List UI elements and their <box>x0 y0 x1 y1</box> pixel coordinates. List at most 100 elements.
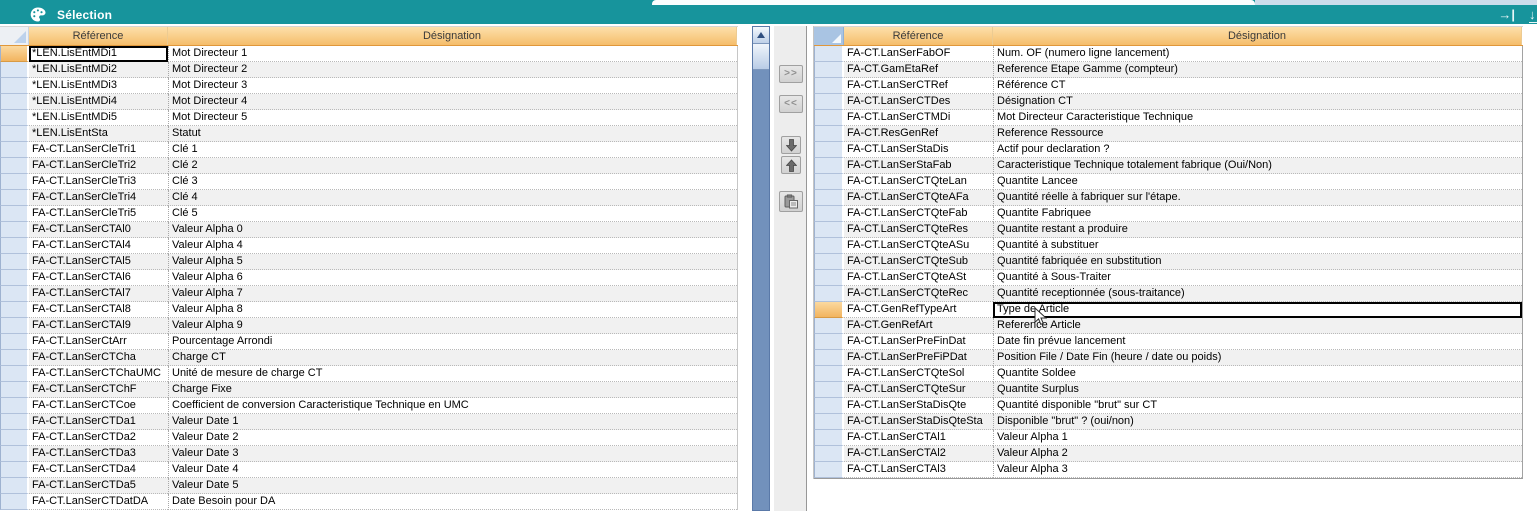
row-selector[interactable] <box>0 126 29 142</box>
designation-cell[interactable]: Type de Article <box>993 302 1522 318</box>
row-selector[interactable] <box>0 494 29 510</box>
row-selector[interactable] <box>0 62 29 78</box>
row-selector[interactable] <box>0 302 29 318</box>
designation-cell[interactable]: Clé 4 <box>168 190 737 206</box>
designation-cell[interactable]: Num. OF (numero ligne lancement) <box>993 46 1522 62</box>
designation-cell[interactable]: Quantite restant a produire <box>993 222 1522 238</box>
row-selector[interactable] <box>0 462 29 478</box>
reference-cell[interactable]: *LEN.LisEntMDi2 <box>29 62 168 78</box>
column-header-reference[interactable]: Référence <box>844 27 993 45</box>
row-selector[interactable] <box>814 398 844 414</box>
row-selector[interactable] <box>814 446 844 462</box>
row-selector[interactable] <box>0 318 29 334</box>
row-selector[interactable] <box>0 478 29 494</box>
reference-cell[interactable]: FA-CT.LanSerCTAl8 <box>29 302 168 318</box>
designation-cell[interactable]: Quantité à Sous-Traiter <box>993 270 1522 286</box>
reference-cell[interactable]: FA-CT.LanSerCTDatDA <box>29 494 168 510</box>
reference-cell[interactable]: FA-CT.LanSerCTChaUMC <box>29 366 168 382</box>
column-header-designation[interactable]: Désignation <box>993 27 1522 45</box>
row-selector[interactable] <box>0 110 29 126</box>
designation-cell[interactable]: Valeur Date 2 <box>168 430 737 446</box>
reference-cell[interactable]: FA-CT.LanSerCTDa2 <box>29 430 168 446</box>
move-right-button[interactable]: >> <box>779 65 803 83</box>
designation-cell[interactable]: Quantité fabriquée en substitution <box>993 254 1522 270</box>
reference-cell[interactable]: *LEN.LisEntMDi3 <box>29 78 168 94</box>
reference-cell[interactable]: FA-CT.LanSerCTAl3 <box>844 462 993 478</box>
clipped-download-icon[interactable]: ↓ <box>1529 7 1537 23</box>
designation-cell[interactable]: Mot Directeur 5 <box>168 110 737 126</box>
row-selector[interactable] <box>814 78 844 94</box>
column-header-designation[interactable]: Désignation <box>168 27 737 45</box>
reference-cell[interactable]: FA-CT.LanSerCTAl2 <box>844 446 993 462</box>
designation-cell[interactable]: Valeur Alpha 9 <box>168 318 737 334</box>
go-to-end-icon[interactable]: →| <box>1498 7 1515 22</box>
row-selector[interactable] <box>0 398 29 414</box>
select-all-corner[interactable] <box>0 27 29 45</box>
designation-cell[interactable]: Date fin prévue lancement <box>993 334 1522 350</box>
reference-cell[interactable]: FA-CT.LanSerCTDa4 <box>29 462 168 478</box>
row-selector[interactable] <box>0 366 29 382</box>
reference-cell[interactable]: FA-CT.LanSerCtArr <box>29 334 168 350</box>
row-selector[interactable] <box>814 46 844 62</box>
designation-cell[interactable]: Mot Directeur 2 <box>168 62 737 78</box>
designation-cell[interactable]: Valeur Date 1 <box>168 414 737 430</box>
designation-cell[interactable]: Désignation CT <box>993 94 1522 110</box>
row-selector[interactable] <box>814 110 844 126</box>
reference-cell[interactable]: FA-CT.LanSerCTQteFab <box>844 206 993 222</box>
designation-cell[interactable]: Mot Directeur 1 <box>168 46 737 62</box>
row-selector[interactable] <box>0 46 29 62</box>
designation-cell[interactable]: Quantité à substituer <box>993 238 1522 254</box>
row-selector[interactable] <box>0 254 29 270</box>
row-selector[interactable] <box>814 350 844 366</box>
designation-cell[interactable]: Clé 3 <box>168 174 737 190</box>
designation-cell[interactable]: Valeur Alpha 8 <box>168 302 737 318</box>
row-selector[interactable] <box>814 62 844 78</box>
row-selector[interactable] <box>0 334 29 350</box>
row-selector[interactable] <box>814 414 844 430</box>
designation-cell[interactable]: Position File / Date Fin (heure / date o… <box>993 350 1522 366</box>
designation-cell[interactable]: Quantite Fabriquee <box>993 206 1522 222</box>
designation-cell[interactable]: Valeur Alpha 6 <box>168 270 737 286</box>
row-selector[interactable] <box>0 174 29 190</box>
source-table-scrollbar[interactable] <box>752 26 770 511</box>
reference-cell[interactable]: FA-CT.LanSerStaDisQte <box>844 398 993 414</box>
reference-cell[interactable]: FA-CT.LanSerStaDis <box>844 142 993 158</box>
row-selector[interactable] <box>0 206 29 222</box>
designation-cell[interactable]: Disponible "brut" ? (oui/non) <box>993 414 1522 430</box>
designation-cell[interactable]: Caracteristique Technique totalement fab… <box>993 158 1522 174</box>
row-selector[interactable] <box>0 78 29 94</box>
row-selector[interactable] <box>814 222 844 238</box>
designation-cell[interactable]: Valeur Alpha 3 <box>993 462 1522 478</box>
reference-cell[interactable]: FA-CT.LanSerCleTri4 <box>29 190 168 206</box>
designation-cell[interactable]: Quantité receptionnée (sous-traitance) <box>993 286 1522 302</box>
reference-cell[interactable]: FA-CT.LanSerCTAl7 <box>29 286 168 302</box>
reference-cell[interactable]: FA-CT.LanSerCTAl1 <box>844 430 993 446</box>
row-selector[interactable] <box>814 94 844 110</box>
reference-cell[interactable]: FA-CT.LanSerCleTri5 <box>29 206 168 222</box>
designation-cell[interactable]: Quantite Soldee <box>993 366 1522 382</box>
row-selector[interactable] <box>0 414 29 430</box>
designation-cell[interactable]: Reference Etape Gamme (compteur) <box>993 62 1522 78</box>
row-selector[interactable] <box>814 206 844 222</box>
move-up-button[interactable] <box>781 156 801 174</box>
column-header-reference[interactable]: Référence <box>29 27 168 45</box>
reference-cell[interactable]: FA-CT.LanSerStaDisQteSta <box>844 414 993 430</box>
designation-cell[interactable]: Valeur Alpha 1 <box>993 430 1522 446</box>
move-left-button[interactable]: << <box>779 95 803 113</box>
reference-cell[interactable]: FA-CT.LanSerCTRef <box>844 78 993 94</box>
row-selector[interactable] <box>814 126 844 142</box>
row-selector[interactable] <box>814 174 844 190</box>
reference-cell[interactable]: *LEN.LisEntMDi4 <box>29 94 168 110</box>
designation-cell[interactable]: Valeur Alpha 5 <box>168 254 737 270</box>
reference-cell[interactable]: FA-CT.LanSerCTAl6 <box>29 270 168 286</box>
designation-cell[interactable]: Coefficient de conversion Caracteristiqu… <box>168 398 737 414</box>
reference-cell[interactable]: FA-CT.LanSerCleTri1 <box>29 142 168 158</box>
designation-cell[interactable]: Actif pour declaration ? <box>993 142 1522 158</box>
row-selector[interactable] <box>0 142 29 158</box>
designation-cell[interactable]: Quantité disponible "brut" sur CT <box>993 398 1522 414</box>
row-selector[interactable] <box>814 190 844 206</box>
reference-cell[interactable]: FA-CT.LanSerCTMDi <box>844 110 993 126</box>
row-selector[interactable] <box>814 254 844 270</box>
reference-cell[interactable]: FA-CT.GenRefArt <box>844 318 993 334</box>
designation-cell[interactable]: Reference Ressource <box>993 126 1522 142</box>
